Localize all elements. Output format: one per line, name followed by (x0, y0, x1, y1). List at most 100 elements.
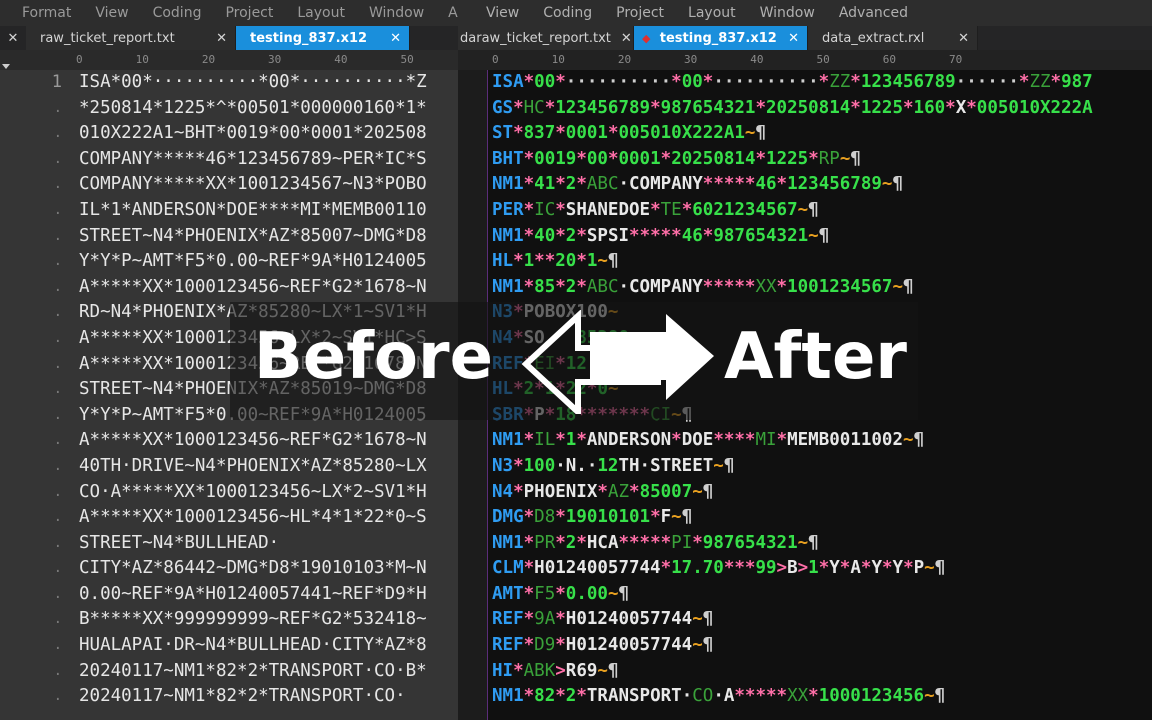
segment-id: NM1 (492, 174, 524, 195)
after-label: After (724, 320, 907, 394)
tab-label: data_extract.rxl (822, 30, 925, 46)
token: ANDERSON (586, 430, 672, 451)
token: ~ (808, 225, 819, 246)
menu-view[interactable]: View (458, 5, 531, 21)
code-line[interactable]: Y*Y*P~AMT*F5*0.00~REF*9A*H0124005 (79, 249, 427, 275)
tab-testing-837[interactable]: testing_837.x12 ✕ (236, 26, 410, 50)
tab-label: testing_837.x12 (659, 30, 777, 46)
code-line[interactable]: AMT*F5*0.00~¶ (492, 582, 1093, 608)
code-line[interactable]: 010X222A1~BHT*0019*00*0001*202508 (79, 121, 427, 147)
code-line[interactable]: COMPANY*****XX*1001234567~N3*POBO (79, 172, 427, 198)
line-number (458, 198, 487, 224)
code-line[interactable]: HUALAPAI·DR~N4*BULLHEAD·CITY*AZ*8 (79, 633, 427, 659)
token: * (850, 97, 861, 118)
code-line[interactable]: 0.00~REF*9A*H01240057441~REF*D9*H (79, 582, 427, 608)
code-line[interactable]: STREET~N4*PHOENIX*AZ*85007~DMG*D8 (79, 224, 427, 250)
token: HCA (586, 532, 619, 553)
code-line[interactable]: COMPANY*****46*123456789~PER*IC*S (79, 147, 427, 173)
code-line[interactable]: ISA*00*··········*00*··········*Z (79, 70, 427, 96)
tab-close-icon[interactable]: ✕ (621, 31, 632, 46)
token: ~ (839, 148, 851, 169)
code-line[interactable]: REF*D9*H01240057744~¶ (492, 633, 1093, 659)
tab-raw-ticket-report[interactable]: raw_ticket_report.txt ✕ (26, 26, 236, 50)
code-line[interactable]: NM1*41*2*ABC·COMPANY*****46*123456789~¶ (492, 172, 1093, 198)
token: * (808, 148, 819, 169)
menu-coding[interactable]: Coding (141, 5, 214, 21)
menu-view[interactable]: View (83, 5, 140, 21)
code-line[interactable]: B*****XX*999999999~REF*G2*532418~ (79, 607, 427, 633)
right-tabbar: daraw_ticket_report.txt ✕ ◆ testing_837.… (458, 26, 1152, 50)
tab-close-icon[interactable]: ✕ (958, 31, 969, 46)
code-line[interactable]: NM1*IL*1*ANDERSON*DOE****MI*MEMB0011002~… (492, 428, 1093, 454)
code-line[interactable]: STREET~N4*BULLHEAD· (79, 531, 427, 557)
close-icon[interactable]: ✕ (0, 26, 26, 50)
menu-format[interactable]: Format (0, 5, 83, 21)
code-line[interactable]: PER*IC*SHANEDOE*TE*6021234567~¶ (492, 198, 1093, 224)
token: PI (671, 532, 693, 553)
collapse-arrow-icon[interactable] (2, 64, 10, 69)
token: H01240057744 (565, 609, 693, 630)
token: * (650, 507, 661, 528)
menu-layout[interactable]: Layout (676, 5, 748, 21)
code-line[interactable]: NM1*PR*2*HCA*****PI*987654321~¶ (492, 531, 1093, 557)
code-line[interactable]: GS*HC*123456789*987654321*20250814*1225*… (492, 96, 1093, 122)
tab-data-extract[interactable]: data_extract.rxl ✕ (808, 26, 978, 50)
code-line[interactable]: BHT*0019*00*0001*20250814*1225*RP~¶ (492, 147, 1093, 173)
line-number: . (53, 99, 62, 116)
code-line[interactable]: CLM*H01240057744*17.70***99>B>1*Y*A*Y*Y*… (492, 556, 1093, 582)
code-line[interactable]: 20240117~NM1*82*2*TRANSPORT·CO·B* (79, 659, 427, 685)
code-line[interactable]: REF*9A*H01240057744~¶ (492, 607, 1093, 633)
code-line[interactable]: *250814*1225*^*00501*000000160*1* (79, 96, 427, 122)
menu-window[interactable]: Window (357, 5, 436, 21)
menu-project[interactable]: Project (604, 5, 676, 21)
tab-close-icon[interactable]: ✕ (390, 31, 401, 46)
tab-close-icon[interactable]: ✕ (216, 31, 227, 46)
code-line[interactable]: 40TH·DRIVE~N4*PHOENIX*AZ*85280~LX (79, 454, 427, 480)
token: * (523, 635, 535, 656)
code-line[interactable]: ST*837*0001*005010X222A1~¶ (492, 121, 1093, 147)
code-line[interactable]: HI*ABK>R69~¶ (492, 659, 1093, 685)
code-line[interactable]: NM1*82*2*TRANSPORT·CO·A*****XX*100012345… (492, 684, 1093, 710)
token: TH·STREET (618, 455, 714, 476)
modified-diamond-icon: ◆ (642, 31, 651, 45)
tab-daraw-ticket-report[interactable]: daraw_ticket_report.txt ✕ (458, 26, 634, 50)
code-line[interactable]: CITY*AZ*86442~DMG*D8*19010103*M~N (79, 556, 427, 582)
token: ~ (597, 251, 608, 272)
token: ¶ (818, 225, 830, 246)
code-line[interactable]: A*****XX*1000123456~REF*G2*1678~N (79, 428, 427, 454)
token: 41 (534, 174, 556, 195)
menu-coding[interactable]: Coding (531, 5, 604, 21)
code-line[interactable]: DMG*D8*19010101*F~¶ (492, 505, 1093, 531)
tab-close-icon[interactable]: ✕ (788, 31, 799, 46)
token: ~ (924, 558, 935, 579)
code-line[interactable]: NM1*40*2*SPSI*****46*987654321~¶ (492, 224, 1093, 250)
token: SPSI (586, 225, 630, 246)
code-line[interactable]: ISA*00*··········*00*··········*ZZ*12345… (492, 70, 1093, 96)
token: * (576, 174, 587, 195)
token: * (555, 225, 566, 246)
code-line[interactable]: A*****XX*1000123456~REF*G2*1678~N (79, 275, 427, 301)
line-number: 1 (51, 72, 62, 92)
code-line[interactable]: A*****XX*1000123456~HL*4*1*22*0~S (79, 505, 427, 531)
line-number (458, 684, 487, 710)
tab-testing-837[interactable]: ◆ testing_837.x12 ✕ (634, 26, 808, 50)
menu-project[interactable]: Project (213, 5, 285, 21)
code-line[interactable]: N4*PHOENIX*AZ*85007~¶ (492, 480, 1093, 506)
line-number: . (53, 560, 62, 577)
menu-window[interactable]: Window (748, 5, 827, 21)
menu-advanced[interactable]: Advanced (827, 5, 920, 21)
menu-layout[interactable]: Layout (285, 5, 357, 21)
token: * (650, 199, 661, 220)
token: SHANEDOE (565, 199, 651, 220)
segment-id: NM1 (492, 225, 524, 246)
code-line[interactable]: 20240117~NM1*82*2*TRANSPORT·CO· (79, 684, 427, 710)
code-line[interactable]: IL*1*ANDERSON*DOE****MI*MEMB00110 (79, 198, 427, 224)
token: TE (660, 199, 682, 220)
token: * (850, 72, 861, 92)
segment-id: N4 (492, 481, 514, 502)
code-line[interactable]: CO·A*****XX*1000123456~LX*2~SV1*H (79, 480, 427, 506)
code-line[interactable]: N3*100·N.·12TH·STREET~¶ (492, 454, 1093, 480)
code-line[interactable]: HL*1**20*1~¶ (492, 249, 1093, 275)
code-line[interactable]: NM1*85*2*ABC·COMPANY*****XX*1001234567~¶ (492, 275, 1093, 301)
token: * (555, 174, 566, 195)
